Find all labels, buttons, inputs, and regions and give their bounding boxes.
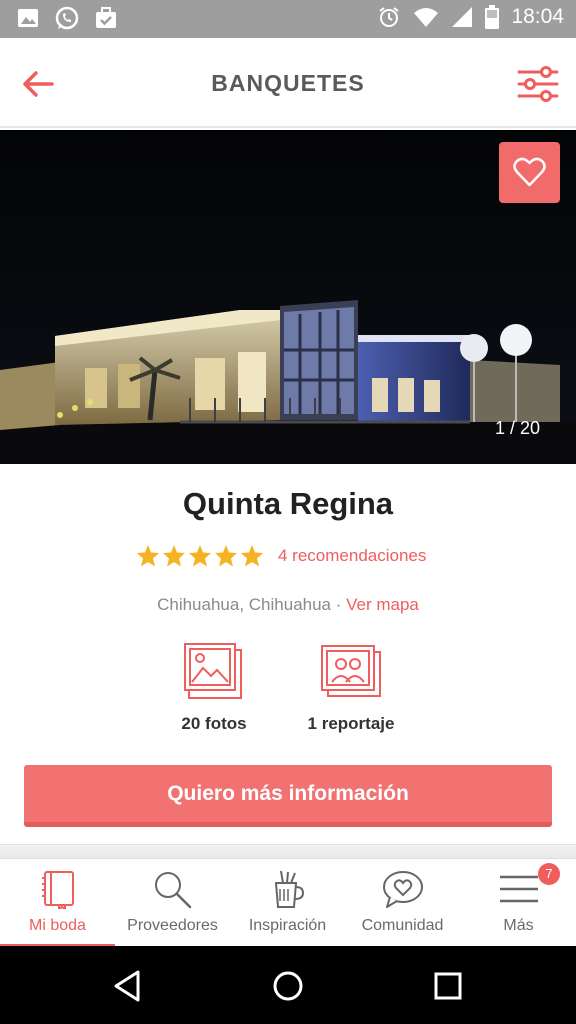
- report-button[interactable]: 1 reportaje: [281, 642, 421, 734]
- recents-square-icon[interactable]: [428, 966, 468, 1006]
- rating-row[interactable]: 4 recomendaciones: [136, 541, 426, 571]
- tab-mas[interactable]: Más 7: [461, 859, 576, 947]
- chat-heart-icon: [382, 871, 423, 908]
- tab-label: Mi boda: [29, 917, 86, 934]
- inspiration-cup-icon: [274, 870, 304, 908]
- location-text: Chihuahua, Chihuahua ·: [157, 595, 347, 614]
- star-icon: [189, 545, 211, 567]
- tab-label: Comunidad: [361, 917, 444, 934]
- star-icon: [137, 545, 159, 567]
- rating-stars: [136, 544, 264, 568]
- star-icon: [163, 545, 185, 567]
- tab-comunidad[interactable]: Comunidad: [345, 859, 460, 947]
- venue-night-photo: [0, 130, 576, 464]
- photos-icon: [184, 643, 242, 699]
- screen: 18:04 BANQUETES 1 / 20 Quinta Regina 4 r…: [0, 0, 576, 1024]
- venue-photo[interactable]: 1 / 20: [0, 130, 576, 464]
- photo-counter: 1 / 20: [494, 418, 540, 438]
- tab-proveedores[interactable]: Proveedores: [115, 859, 230, 947]
- location-line: Chihuahua, Chihuahua · Ver mapa: [0, 595, 576, 615]
- photos-label: 20 fotos: [181, 714, 247, 733]
- tab-label: Más: [503, 917, 534, 934]
- venue-name: Quinta Regina: [182, 486, 394, 521]
- bottom-tab-bar: Mi boda Proveedores Inspiración Comunida…: [0, 858, 576, 947]
- page-title: BANQUETES: [211, 70, 365, 96]
- system-nav-bar: [0, 946, 576, 1024]
- signal-icon: [452, 7, 473, 27]
- sliders-icon[interactable]: [516, 64, 560, 104]
- search-icon: [154, 872, 191, 909]
- request-info-button[interactable]: Quiero más información: [24, 765, 552, 827]
- recommendations-link[interactable]: 4 recomendaciones: [278, 546, 426, 566]
- star-icon: [215, 545, 237, 567]
- briefcase-check-icon: [96, 7, 116, 28]
- status-bar: 18:04: [0, 0, 576, 38]
- alarm-icon: [379, 7, 400, 27]
- tab-label: Proveedores: [127, 917, 218, 934]
- whatsapp-icon: [55, 6, 79, 30]
- back-triangle-icon[interactable]: [108, 966, 148, 1006]
- gallery-icon: [18, 9, 38, 27]
- favorite-button[interactable]: [499, 142, 560, 203]
- heart-outline-icon: [513, 157, 546, 187]
- tab-inspiracion[interactable]: Inspiración: [230, 859, 345, 947]
- clock: 18:04: [511, 5, 564, 28]
- tab-label: Inspiración: [248, 917, 327, 934]
- notebook-icon: [41, 871, 74, 909]
- photos-button[interactable]: 20 fotos: [144, 642, 284, 734]
- notification-badge: 7: [538, 863, 560, 885]
- tab-mi-boda[interactable]: Mi boda: [0, 859, 115, 947]
- battery-icon: [485, 5, 500, 29]
- home-circle-icon[interactable]: [268, 966, 308, 1006]
- menu-icon: [499, 875, 538, 903]
- star-icon: [241, 545, 263, 567]
- section-divider: [0, 844, 576, 858]
- map-link[interactable]: Ver mapa: [346, 595, 419, 614]
- report-label: 1 reportaje: [307, 714, 395, 733]
- wifi-icon: [414, 8, 439, 27]
- app-bar: BANQUETES: [0, 38, 576, 128]
- report-album-icon: [321, 645, 381, 697]
